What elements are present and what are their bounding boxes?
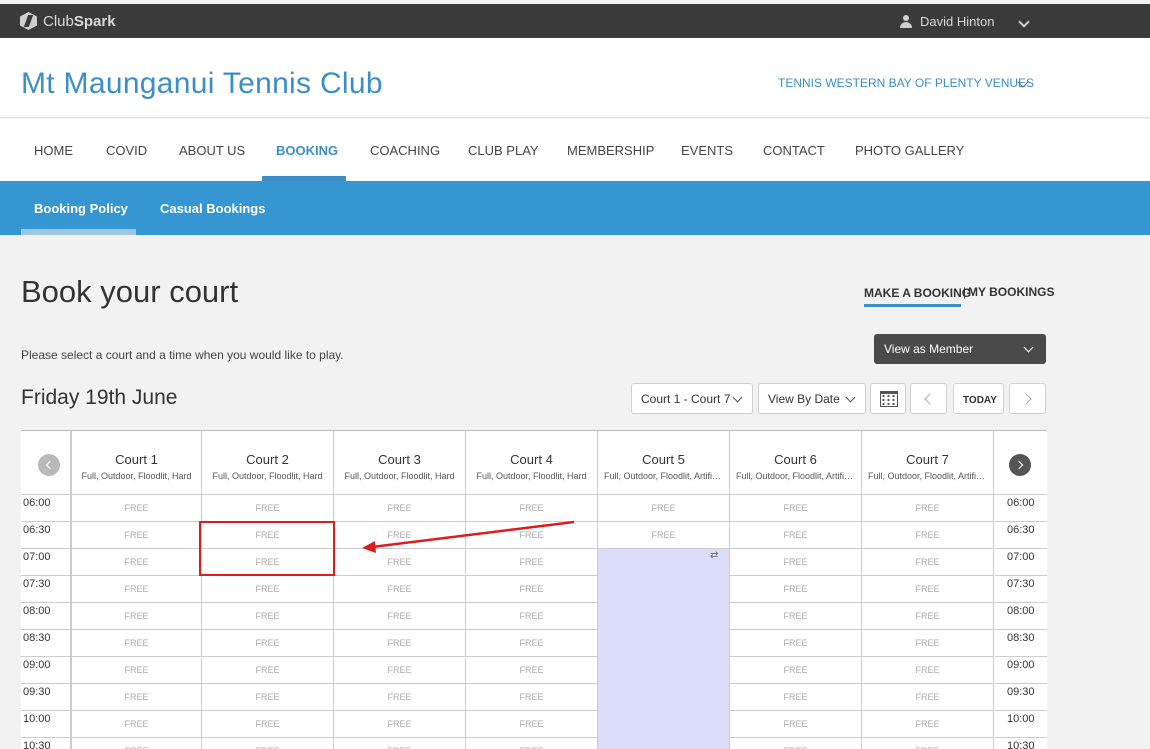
annotation-arrow — [362, 520, 575, 553]
